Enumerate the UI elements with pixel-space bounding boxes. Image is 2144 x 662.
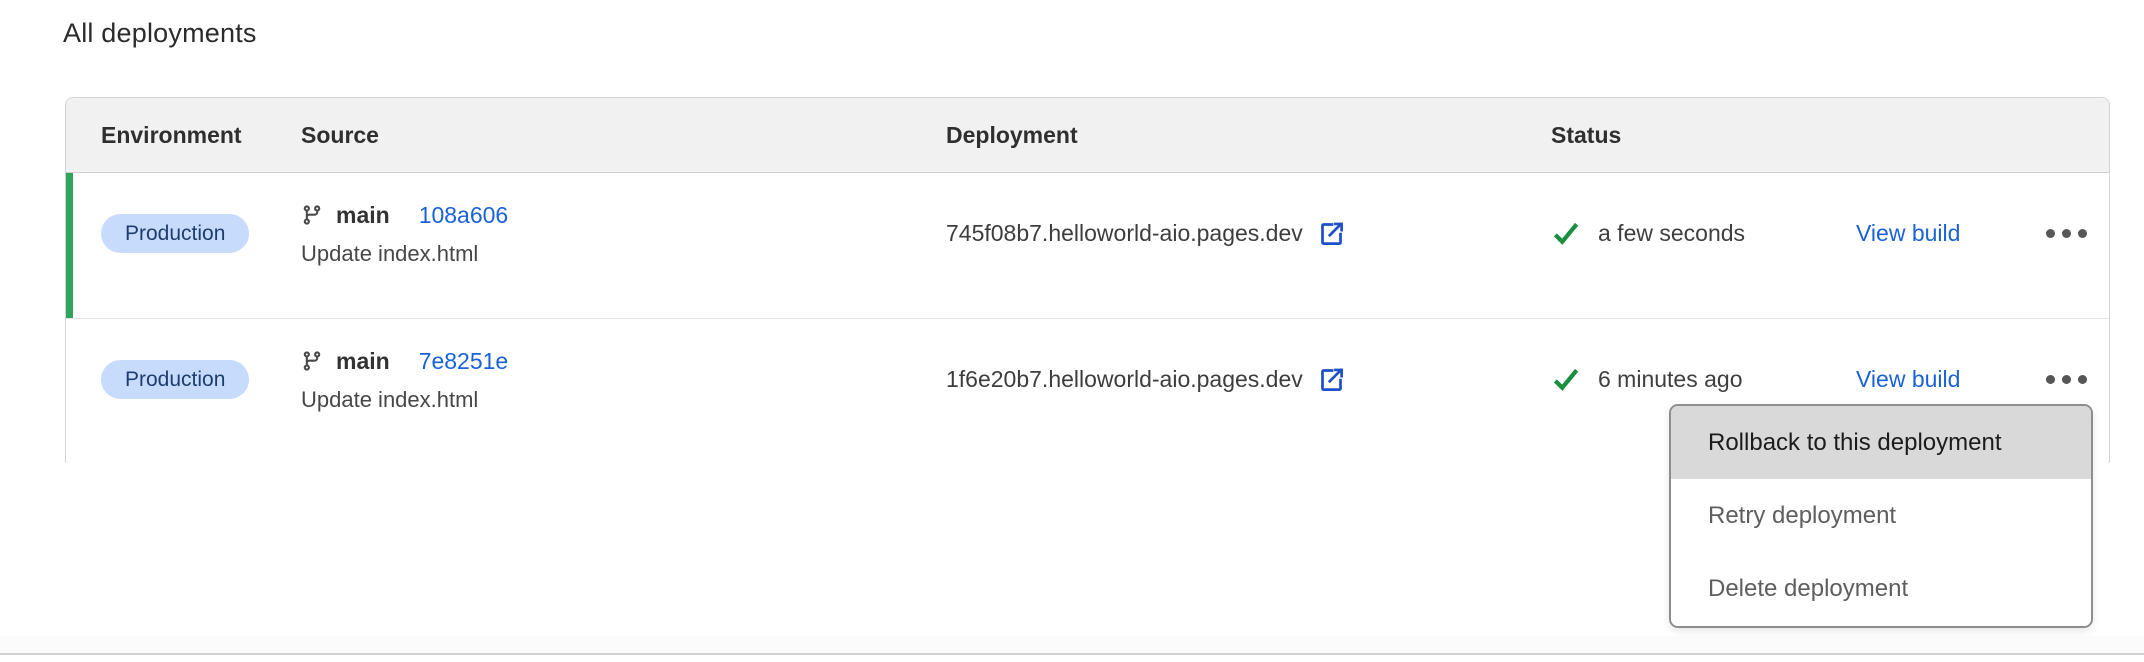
column-header-status: Status <box>1551 98 1621 173</box>
git-branch-icon <box>301 204 323 226</box>
commit-message: Update index.html <box>301 241 508 267</box>
page-title: All deployments <box>63 18 257 49</box>
external-link-icon[interactable] <box>1318 220 1345 247</box>
table-header-row: Environment Source Deployment Status <box>66 98 2109 173</box>
deployment-url: 745f08b7.helloworld-aio.pages.dev <box>946 220 1303 247</box>
branch-name: main <box>336 202 390 229</box>
menu-item-rollback[interactable]: Rollback to this deployment <box>1671 406 2091 479</box>
deployment-context-menu: Rollback to this deployment Retry deploy… <box>1669 404 2093 628</box>
ellipsis-icon <box>2046 229 2087 238</box>
column-header-deployment: Deployment <box>946 98 1078 173</box>
branch-name: main <box>336 348 390 375</box>
environment-badge: Production <box>101 360 249 399</box>
status-time: a few seconds <box>1598 220 1745 247</box>
check-icon <box>1551 364 1581 394</box>
column-header-source: Source <box>301 98 379 173</box>
table-row: Production main 108a606 Update index.htm… <box>66 173 2109 318</box>
status-cell: a few seconds <box>1551 173 1745 293</box>
deployment-cell: 745f08b7.helloworld-aio.pages.dev <box>946 173 1345 293</box>
external-link-icon[interactable] <box>1318 366 1345 393</box>
check-icon <box>1551 218 1581 248</box>
view-build-link[interactable]: View build <box>1856 220 1960 247</box>
view-build-cell: View build <box>1856 173 1960 293</box>
git-branch-icon <box>301 350 323 372</box>
environment-badge: Production <box>101 214 249 253</box>
column-header-environment: Environment <box>101 98 242 173</box>
environment-cell: Production <box>101 173 249 293</box>
deployments-page: All deployments Environment Source Deplo… <box>0 0 2144 662</box>
environment-cell: Production <box>101 319 249 439</box>
commit-link[interactable]: 7e8251e <box>419 348 509 375</box>
menu-item-delete[interactable]: Delete deployment <box>1671 553 2091 626</box>
deployment-cell: 1f6e20b7.helloworld-aio.pages.dev <box>946 319 1345 439</box>
status-time: 6 minutes ago <box>1598 366 1742 393</box>
commit-link[interactable]: 108a606 <box>419 202 509 229</box>
source-cell: main 7e8251e Update index.html <box>301 343 508 413</box>
view-build-link[interactable]: View build <box>1856 366 1960 393</box>
commit-message: Update index.html <box>301 387 508 413</box>
source-cell: main 108a606 Update index.html <box>301 197 508 267</box>
menu-item-retry[interactable]: Retry deployment <box>1671 479 2091 552</box>
deployment-url: 1f6e20b7.helloworld-aio.pages.dev <box>946 366 1303 393</box>
active-deployment-indicator <box>66 173 73 318</box>
footer-divider <box>0 653 2144 655</box>
footer-band <box>0 636 2144 653</box>
ellipsis-icon <box>2046 375 2087 384</box>
row-overflow-menu-button[interactable] <box>2024 173 2108 293</box>
